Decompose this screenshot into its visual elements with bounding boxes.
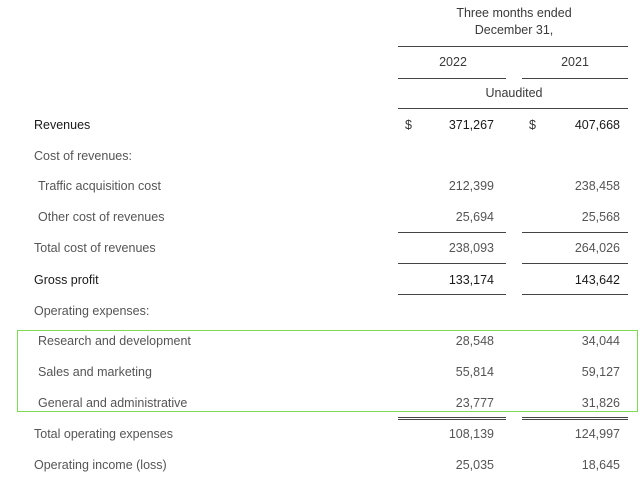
value-2021: 31,826 xyxy=(581,396,620,410)
value-2021: 264,026 xyxy=(574,241,620,255)
row-label: Total operating expenses xyxy=(34,427,173,441)
header-rule-2022 xyxy=(398,78,506,79)
row-label: Research and development xyxy=(38,334,191,348)
table-row-total-operating-expenses: Total operating expenses 108,139 124,997 xyxy=(0,424,640,444)
gross-profit-rule-2022 xyxy=(398,294,506,295)
value-2021: 59,127 xyxy=(581,365,620,379)
value-2021: 34,044 xyxy=(581,334,620,348)
table-row-sales-and-marketing: Sales and marketing 55,814 59,127 xyxy=(0,362,640,382)
value-2022: 55,814 xyxy=(455,365,494,379)
row-label: Other cost of revenues xyxy=(38,210,165,224)
row-label: Operating expenses: xyxy=(34,304,150,318)
row-label: Revenues xyxy=(34,118,91,132)
row-label: Sales and marketing xyxy=(38,365,152,379)
column-header-2022: 2022 xyxy=(439,55,467,69)
value-2022: 238,093 xyxy=(448,241,494,255)
table-row-cost-of-revenues-heading: Cost of revenues: xyxy=(0,146,640,166)
value-2021: 407,668 xyxy=(574,118,620,132)
table-row-general-and-administrative: General and administrative 23,777 31,826 xyxy=(0,393,640,413)
gross-profit-rule-2021 xyxy=(522,294,628,295)
unaudited-note: Unaudited xyxy=(485,86,543,100)
table-row-traffic-acquisition-cost: Traffic acquisition cost 212,399 238,458 xyxy=(0,176,640,196)
row-label: Gross profit xyxy=(34,273,99,287)
period-header-line2: December 31, xyxy=(474,23,554,37)
value-2022: 371,267 xyxy=(448,118,494,132)
subtotal-rule-2021 xyxy=(522,232,628,233)
column-header-2021: 2021 xyxy=(561,55,589,69)
value-2021: 18,645 xyxy=(581,458,620,472)
table-row-gross-profit: Gross profit 133,174 143,642 xyxy=(0,270,640,290)
table-row-research-and-development: Research and development 28,548 34,044 xyxy=(0,331,640,351)
value-2021: 238,458 xyxy=(574,179,620,193)
row-label: Traffic acquisition cost xyxy=(38,179,161,193)
header-rule-top xyxy=(398,46,628,47)
opex-rule-2021-b xyxy=(522,419,628,420)
value-2022: 212,399 xyxy=(448,179,494,193)
row-label: General and administrative xyxy=(38,396,188,410)
table-row-revenues: Revenues $ 371,267 $ 407,668 xyxy=(0,115,640,135)
opex-rule-2022-a xyxy=(398,417,506,418)
total-rule-2021 xyxy=(522,263,628,264)
total-rule-2022 xyxy=(398,263,506,264)
table-row-operating-expenses-heading: Operating expenses: xyxy=(0,301,640,321)
value-2022: 133,174 xyxy=(448,273,494,287)
table-row-other-cost-of-revenues: Other cost of revenues 25,694 25,568 xyxy=(0,207,640,227)
value-2022: 23,777 xyxy=(455,396,494,410)
table-row-total-cost-of-revenues: Total cost of revenues 238,093 264,026 xyxy=(0,238,640,258)
currency-symbol: $ xyxy=(529,118,536,132)
value-2021: 124,997 xyxy=(574,427,620,441)
value-2022: 108,139 xyxy=(448,427,494,441)
opex-rule-2021-a xyxy=(522,417,628,418)
value-2022: 28,548 xyxy=(455,334,494,348)
header-rule-2021 xyxy=(522,78,628,79)
row-label: Total cost of revenues xyxy=(34,241,156,255)
value-2022: 25,035 xyxy=(455,458,494,472)
header-rule-bottom xyxy=(398,108,628,109)
opex-rule-2022-b xyxy=(398,419,506,420)
row-label: Operating income (loss) xyxy=(34,458,167,472)
currency-symbol: $ xyxy=(405,118,412,132)
value-2021: 143,642 xyxy=(574,273,620,287)
period-header-line1: Three months ended xyxy=(456,6,572,20)
row-label: Cost of revenues: xyxy=(34,149,132,163)
subtotal-rule-2022 xyxy=(398,232,506,233)
value-2022: 25,694 xyxy=(455,210,494,224)
table-row-operating-income: Operating income (loss) 25,035 18,645 xyxy=(0,455,640,475)
value-2021: 25,568 xyxy=(581,210,620,224)
